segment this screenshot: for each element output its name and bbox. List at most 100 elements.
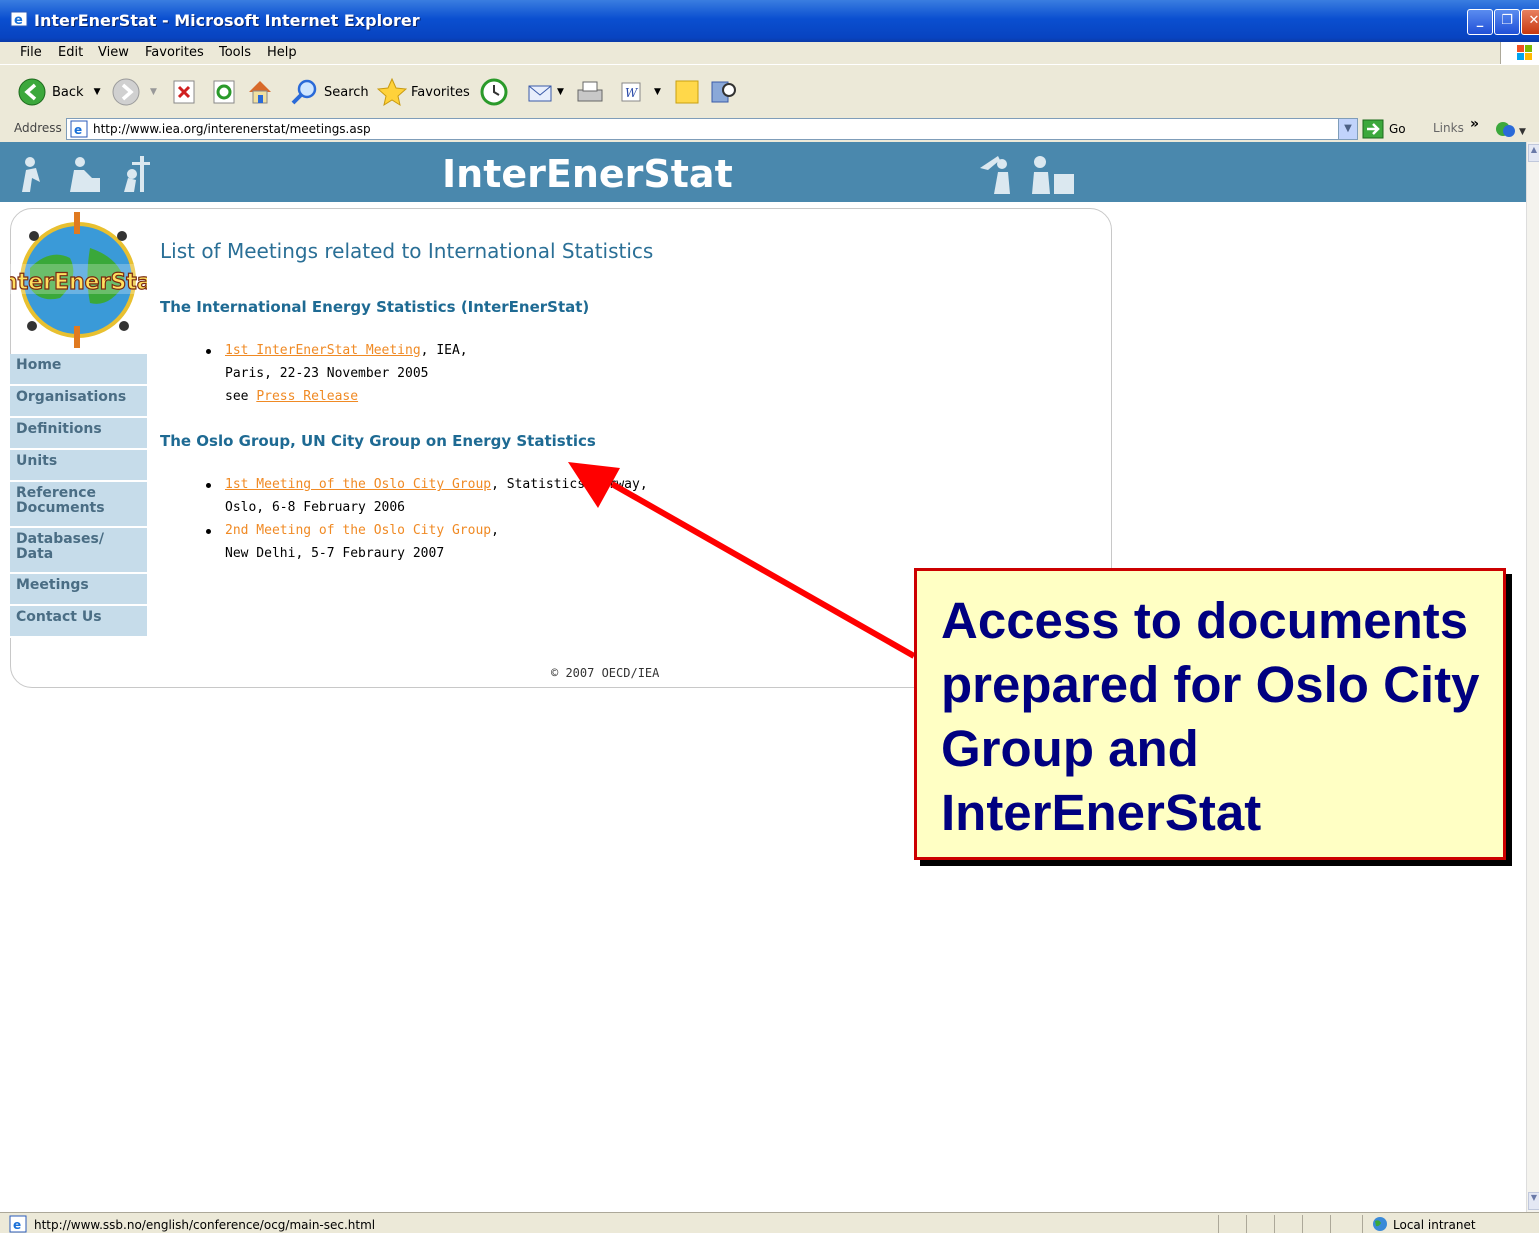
refresh-button[interactable]	[213, 78, 237, 106]
section-heading-oslo-group: The Oslo Group, UN City Group on Energy …	[160, 432, 596, 450]
notes-button[interactable]	[673, 78, 701, 106]
item-detail: New Delhi, 5-7 Febraury 2007	[225, 546, 445, 561]
ie-icon: e	[10, 11, 28, 28]
history-button[interactable]	[480, 78, 508, 106]
window-title: InterEnerStat - Microsoft Internet Explo…	[34, 11, 420, 30]
links-label[interactable]: Links	[1433, 121, 1464, 135]
home-button[interactable]	[246, 78, 274, 106]
mail-button[interactable]: ▼	[527, 78, 564, 106]
nav-meetings[interactable]: Meetings	[10, 574, 147, 606]
callout-text: Access to documents prepared for Oslo Ci…	[941, 592, 1480, 841]
status-divider	[1218, 1215, 1219, 1233]
interenerstat-logo[interactable]: InterEnerStat	[0, 208, 163, 354]
chevron-down-icon[interactable]: ▼	[557, 87, 564, 97]
nav-reference-documents[interactable]: Reference Documents	[10, 482, 147, 528]
search-icon	[291, 79, 317, 105]
menu-favorites[interactable]: Favorites	[145, 45, 204, 60]
nav-contact-us[interactable]: Contact Us	[10, 606, 147, 638]
status-divider	[1302, 1215, 1303, 1233]
restore-button[interactable]: ❐	[1494, 9, 1520, 35]
edit-button[interactable]: W ▼	[620, 78, 661, 106]
back-arrow-icon	[18, 78, 46, 106]
item-text: ,	[491, 523, 499, 538]
site-brand: InterEnerStat	[442, 152, 733, 196]
status-divider	[1274, 1215, 1275, 1233]
item-2nd-oslo-meeting: 2nd Meeting of the Oslo City Group	[225, 523, 492, 538]
status-divider	[1246, 1215, 1247, 1233]
stop-button[interactable]	[173, 78, 197, 106]
item-detail: Oslo, 6-8 February 2006	[225, 500, 406, 515]
history-icon	[480, 78, 508, 106]
home-icon	[249, 81, 271, 104]
address-bar: Address e http://www.iea.org/interenerst…	[0, 116, 1539, 143]
menu-edit[interactable]: Edit	[58, 45, 83, 60]
go-arrow-icon	[1362, 119, 1384, 139]
scroll-up-icon[interactable]: ▲	[1528, 144, 1539, 162]
link-press-release[interactable]: Press Release	[256, 389, 358, 404]
search-button[interactable]: Search	[290, 78, 369, 106]
vertical-scrollbar[interactable]: ▲ ▼	[1526, 142, 1539, 1212]
list-item: 1st Meeting of the Oslo City Group, Stat…	[225, 477, 648, 492]
minimize-button[interactable]: _	[1467, 9, 1493, 35]
link-1st-oslo-meeting[interactable]: 1st Meeting of the Oslo City Group	[225, 477, 491, 492]
word-icon: W	[621, 82, 641, 102]
item-detail: Paris, 22-23 November 2005	[225, 366, 429, 381]
search-label: Search	[324, 84, 369, 100]
site-banner: InterEnerStat	[0, 142, 1527, 202]
chevron-down-icon[interactable]: ▼	[654, 87, 661, 97]
list-item: 2nd Meeting of the Oslo City Group,	[225, 523, 499, 538]
engineers-icon	[980, 156, 1074, 194]
favorites-label: Favorites	[411, 84, 470, 100]
refresh-icon	[213, 80, 235, 104]
nav-definitions[interactable]: Definitions	[10, 418, 147, 450]
copyright: © 2007 OECD/IEA	[551, 666, 660, 680]
scroll-down-icon[interactable]: ▼	[1528, 1192, 1539, 1210]
menu-help[interactable]: Help	[267, 45, 297, 60]
title-bar[interactable]: e InterEnerStat - Microsoft Internet Exp…	[0, 0, 1539, 42]
windows-logo-icon	[1500, 42, 1539, 64]
svg-text:▼: ▼	[1519, 127, 1526, 137]
list-item: 1st InterEnerStat Meeting, IEA,	[225, 343, 468, 358]
nav-organisations[interactable]: Organisations	[10, 386, 147, 418]
nav-databases-data[interactable]: Databases/ Data	[10, 528, 147, 574]
star-icon	[377, 77, 407, 107]
item-text: see	[225, 389, 257, 404]
forward-button[interactable]: ▼	[112, 78, 157, 106]
page-title: List of Meetings related to Internationa…	[160, 239, 654, 263]
chevron-double-right-icon[interactable]: »	[1470, 116, 1479, 132]
chevron-down-icon[interactable]: ▼	[150, 87, 157, 97]
go-label: Go	[1389, 122, 1406, 136]
chevron-down-icon[interactable]: ▼	[94, 87, 101, 97]
standard-toolbar: Back ▼ ▼ Search Favorites ▼ W ▼	[0, 64, 1539, 118]
link-1st-interenerstat-meeting[interactable]: 1st InterEnerStat Meeting	[225, 343, 421, 358]
status-divider	[1362, 1215, 1363, 1233]
chevron-down-icon[interactable]: ▼	[1338, 119, 1357, 139]
svg-text:InterEnerStat: InterEnerStat	[10, 270, 147, 295]
favorites-button[interactable]: Favorites	[377, 77, 470, 107]
nav-home[interactable]: Home	[10, 354, 147, 386]
back-button[interactable]: Back ▼	[18, 78, 100, 106]
print-button[interactable]	[575, 78, 605, 106]
bullet-icon	[206, 483, 211, 488]
item-text: , IEA,	[420, 343, 468, 358]
menu-bar: File Edit View Favorites Tools Help	[0, 42, 1539, 64]
page-icon: e	[9, 1215, 27, 1233]
security-zone: Local intranet	[1393, 1218, 1476, 1232]
address-input[interactable]: e http://www.iea.org/interenerstat/meeti…	[66, 118, 1358, 140]
page-icon: e	[70, 120, 88, 138]
research-button[interactable]	[709, 78, 739, 106]
forward-arrow-icon	[112, 78, 140, 106]
globe-icon	[1373, 1217, 1387, 1231]
note-icon	[675, 80, 699, 104]
status-divider	[1330, 1215, 1331, 1233]
close-button[interactable]: ✕	[1521, 9, 1539, 35]
section-heading-interenerstat: The International Energy Statistics (Int…	[160, 298, 590, 316]
nav-units[interactable]: Units	[10, 450, 147, 482]
go-button[interactable]: Go	[1362, 119, 1406, 139]
mail-icon	[528, 85, 552, 102]
menu-tools[interactable]: Tools	[219, 45, 251, 60]
menu-view[interactable]: View	[98, 45, 129, 60]
messenger-icon[interactable]: ▼	[1493, 119, 1527, 139]
address-url: http://www.iea.org/interenerstat/meeting…	[93, 122, 371, 136]
menu-file[interactable]: File	[20, 45, 42, 60]
